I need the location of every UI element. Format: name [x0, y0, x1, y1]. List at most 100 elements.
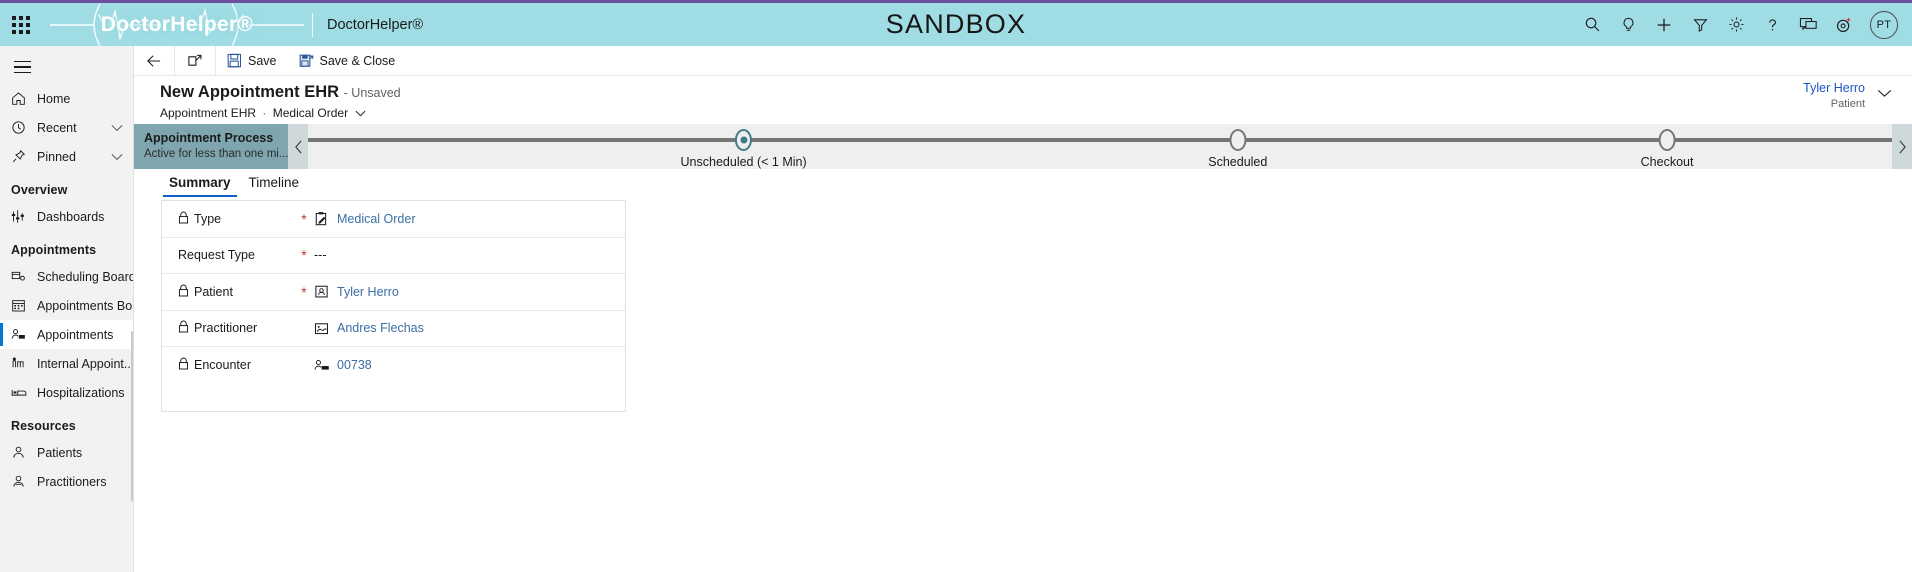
- field-label-type: Type: [178, 211, 296, 227]
- tab-summary[interactable]: Summary: [160, 169, 240, 197]
- field-value-text[interactable]: 00738: [337, 358, 372, 372]
- plus-icon[interactable]: [1646, 2, 1682, 48]
- app-launcher-button[interactable]: [0, 2, 42, 48]
- chat-icon[interactable]: [1790, 2, 1826, 48]
- header-patient-name[interactable]: Tyler Herro: [1803, 81, 1865, 95]
- bpf-stage-name: Scheduled: [1208, 155, 1268, 169]
- sidebar-item-label: Hospitalizations: [37, 385, 125, 400]
- search-icon[interactable]: [1574, 2, 1610, 48]
- bpf-stage-name: Unscheduled: [680, 155, 754, 169]
- bpf-stage-checkout[interactable]: Checkout: [1641, 124, 1694, 169]
- field-value-text[interactable]: Tyler Herro: [337, 285, 399, 299]
- bpf-stage-name: Checkout: [1640, 155, 1694, 169]
- summary-form-section: Type * Medical Order Request Type * --- …: [161, 200, 626, 412]
- notifications-icon[interactable]: [1826, 2, 1862, 48]
- open-in-new-window-button[interactable]: [175, 46, 215, 76]
- header-patient-role: Patient: [1830, 98, 1865, 110]
- record-title-text: New Appointment EHR: [160, 83, 340, 101]
- sidebar-collapse-button[interactable]: [0, 50, 133, 84]
- field-row-patient: Patient * Tyler Herro: [162, 274, 625, 311]
- clock-icon: [11, 120, 33, 135]
- field-value-text[interactable]: Medical Order: [337, 212, 416, 226]
- pin-icon: [11, 149, 33, 164]
- bpf-name: Appointment Process: [144, 131, 274, 145]
- sidebar-item-recent[interactable]: Recent: [0, 113, 133, 142]
- header-expand-chevron-icon[interactable]: [1877, 85, 1892, 103]
- field-value-type[interactable]: Medical Order: [312, 211, 625, 227]
- field-row-type: Type * Medical Order: [162, 201, 625, 238]
- sidebar-item-internal-appointments[interactable]: Internal Appoint...: [0, 349, 133, 378]
- field-value-text[interactable]: Andres Flechas: [337, 321, 424, 335]
- sidebar-scrollbar[interactable]: [131, 331, 133, 501]
- tab-timeline[interactable]: Timeline: [240, 169, 309, 197]
- sidebar-item-label: Dashboards: [37, 209, 105, 224]
- field-value-encounter[interactable]: 00738: [312, 357, 625, 373]
- bpf-header[interactable]: Appointment Process Active for less than…: [134, 124, 288, 169]
- chevron-down-icon[interactable]: [351, 109, 366, 120]
- sidebar-item-appointments-board[interactable]: Appointments Bo...: [0, 291, 133, 320]
- save-icon: [227, 53, 242, 68]
- filter-icon[interactable]: [1682, 2, 1718, 48]
- lightbulb-icon[interactable]: [1610, 2, 1646, 48]
- field-value-practitioner[interactable]: Andres Flechas: [312, 320, 625, 336]
- business-process-flow: Appointment Process Active for less than…: [134, 124, 1912, 169]
- bpf-stage-label: Checkout: [1641, 155, 1694, 169]
- bed-icon: [11, 385, 33, 400]
- bpf-stage-scheduled[interactable]: Scheduled: [1208, 124, 1267, 169]
- header-patient-info: Tyler Herro Patient: [1803, 81, 1892, 110]
- sidebar-item-label: Scheduling Board: [37, 269, 133, 284]
- bpf-stage-node-icon: [1229, 129, 1247, 151]
- field-value-request-type[interactable]: ---: [312, 248, 625, 262]
- sidebar-item-home[interactable]: Home: [0, 84, 133, 113]
- field-label-practitioner: Practitioner: [178, 320, 296, 336]
- scheduling-board-icon: [11, 269, 33, 284]
- page-title: New Appointment EHR - Unsaved: [160, 83, 401, 102]
- save-button[interactable]: Save: [216, 46, 288, 76]
- lock-icon: [178, 357, 189, 373]
- chevron-left-icon: [294, 140, 302, 153]
- medical-order-icon: [314, 211, 330, 227]
- sidebar-item-patients[interactable]: Patients: [0, 438, 133, 467]
- field-row-practitioner: Practitioner Andres Flechas: [162, 311, 625, 347]
- bpf-stage-label: Scheduled: [1208, 155, 1267, 169]
- avatar[interactable]: PT: [1870, 10, 1898, 39]
- field-label-text: Encounter: [194, 358, 251, 373]
- save-and-close-button[interactable]: Save & Close: [288, 46, 407, 76]
- arrow-left-icon: [147, 54, 161, 67]
- brand-logo[interactable]: DoctorHelper®: [42, 2, 312, 48]
- field-label-text: Request Type: [178, 248, 255, 263]
- bpf-stage-unscheduled[interactable]: Unscheduled (< 1 Min): [681, 124, 807, 169]
- sidebar-item-practitioners[interactable]: Practitioners: [0, 467, 133, 496]
- bpf-next-button[interactable]: [1892, 124, 1912, 169]
- bpf-previous-button[interactable]: [288, 124, 308, 169]
- bpf-stage-node-icon: [1658, 129, 1676, 151]
- sidebar-group-title: Resources: [11, 419, 76, 433]
- unsaved-status: - Unsaved: [343, 86, 401, 100]
- sidebar-item-pinned[interactable]: Pinned: [0, 142, 133, 171]
- sidebar-item-label: Appointments: [37, 327, 114, 342]
- back-button[interactable]: [134, 46, 174, 76]
- app-name[interactable]: DoctorHelper®: [327, 17, 423, 33]
- bpf-stage-duration: (< 1 Min): [756, 155, 807, 169]
- field-row-encounter: Encounter 00738: [162, 347, 625, 384]
- hamburger-icon: [14, 60, 31, 74]
- breadcrumb-form[interactable]: Medical Order: [273, 106, 348, 120]
- sidebar-item-appointments[interactable]: Appointments: [0, 320, 133, 349]
- sidebar-item-scheduling-board[interactable]: Scheduling Board: [0, 262, 133, 291]
- chevron-down-icon[interactable]: [111, 150, 123, 164]
- sidebar-item-dashboards[interactable]: Dashboards: [0, 202, 133, 231]
- breadcrumb-entity[interactable]: Appointment EHR: [160, 106, 256, 120]
- help-icon[interactable]: [1754, 2, 1790, 48]
- field-value-text[interactable]: ---: [314, 248, 327, 262]
- field-row-request-type: Request Type * ---: [162, 238, 625, 274]
- sidebar-item-hospitalizations[interactable]: Hospitalizations: [0, 378, 133, 407]
- sidebar-item-label: Practitioners: [37, 474, 107, 489]
- top-app-bar: DoctorHelper® DoctorHelper® SANDBOX PT: [0, 0, 1912, 46]
- field-value-patient[interactable]: Tyler Herro: [312, 284, 625, 300]
- field-label-patient: Patient: [178, 284, 296, 300]
- chevron-down-icon[interactable]: [111, 121, 123, 135]
- gear-icon[interactable]: [1718, 2, 1754, 48]
- record-header: New Appointment EHR - Unsaved Appointmen…: [134, 77, 1912, 123]
- appointments-icon: [11, 327, 33, 342]
- encounter-icon: [314, 357, 330, 373]
